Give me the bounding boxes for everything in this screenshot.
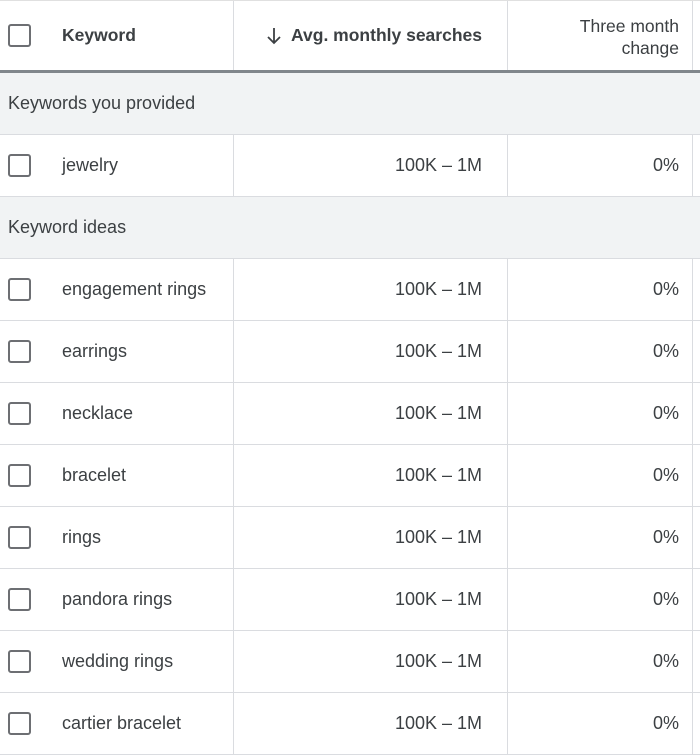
keyword-cell: wedding rings xyxy=(0,631,234,692)
keyword-text: bracelet xyxy=(62,465,127,485)
next-column-cell xyxy=(693,321,700,382)
header-next-column xyxy=(693,1,700,70)
avg-monthly-searches-value: 100K – 1M xyxy=(394,589,482,609)
avg-monthly-searches-cell: 100K – 1M xyxy=(234,507,508,568)
group-header-row: Keywords you provided xyxy=(0,73,700,135)
three-month-change-value: 0% xyxy=(652,589,679,609)
three-month-change-cell: 0% xyxy=(508,693,693,754)
three-month-change-cell: 0% xyxy=(508,259,693,320)
table-row: cartier bracelet 100K – 1M 0% xyxy=(0,693,700,755)
row-checkbox[interactable] xyxy=(8,154,31,177)
table-row: rings 100K – 1M 0% xyxy=(0,507,700,569)
keyword-text: jewelry xyxy=(62,155,119,175)
keyword-text: rings xyxy=(62,527,102,547)
header-avg-monthly-searches-label: Avg. monthly searches xyxy=(291,25,482,45)
avg-monthly-searches-value: 100K – 1M xyxy=(394,341,482,361)
next-column-cell xyxy=(693,259,700,320)
three-month-change-cell: 0% xyxy=(508,321,693,382)
keyword-cell: jewelry xyxy=(0,135,234,196)
avg-monthly-searches-cell: 100K – 1M xyxy=(234,259,508,320)
header-avg-monthly-searches[interactable]: Avg. monthly searches xyxy=(234,1,508,70)
three-month-change-value: 0% xyxy=(652,155,679,175)
keyword-text: pandora rings xyxy=(62,589,173,609)
three-month-change-value: 0% xyxy=(652,713,679,733)
avg-monthly-searches-value: 100K – 1M xyxy=(394,465,482,485)
group-label: Keyword ideas xyxy=(8,217,127,237)
keyword-text: wedding rings xyxy=(62,651,174,671)
table-body: Keywords you provided jewelry 100K – 1M … xyxy=(0,73,700,755)
row-checkbox[interactable] xyxy=(8,588,31,611)
keyword-cell: cartier bracelet xyxy=(0,693,234,754)
row-checkbox[interactable] xyxy=(8,650,31,673)
group-label: Keywords you provided xyxy=(8,93,196,113)
keyword-text: earrings xyxy=(62,341,128,361)
three-month-change-cell: 0% xyxy=(508,445,693,506)
three-month-change-cell: 0% xyxy=(508,507,693,568)
row-checkbox[interactable] xyxy=(8,278,31,301)
three-month-change-cell: 0% xyxy=(508,383,693,444)
keyword-cell: bracelet xyxy=(0,445,234,506)
header-three-month-change-line2: change xyxy=(621,37,679,58)
header-three-month-change[interactable]: Three month change xyxy=(508,1,693,70)
three-month-change-value: 0% xyxy=(652,403,679,423)
avg-monthly-searches-cell: 100K – 1M xyxy=(234,383,508,444)
table-header-row: Keyword Avg. monthly searches Three mont… xyxy=(0,0,700,73)
avg-monthly-searches-cell: 100K – 1M xyxy=(234,445,508,506)
avg-monthly-searches-cell: 100K – 1M xyxy=(234,631,508,692)
next-column-cell xyxy=(693,383,700,444)
avg-monthly-searches-value: 100K – 1M xyxy=(394,713,482,733)
avg-monthly-searches-cell: 100K – 1M xyxy=(234,135,508,196)
three-month-change-cell: 0% xyxy=(508,569,693,630)
keyword-cell: engagement rings xyxy=(0,259,234,320)
avg-monthly-searches-value: 100K – 1M xyxy=(394,279,482,299)
next-column-cell xyxy=(693,631,700,692)
three-month-change-value: 0% xyxy=(652,527,679,547)
header-keyword-cell: Keyword xyxy=(0,1,234,70)
avg-monthly-searches-cell: 100K – 1M xyxy=(234,693,508,754)
three-month-change-cell: 0% xyxy=(508,631,693,692)
row-checkbox[interactable] xyxy=(8,402,31,425)
row-checkbox[interactable] xyxy=(8,340,31,363)
select-all-checkbox[interactable] xyxy=(8,24,31,47)
header-keyword[interactable]: Keyword xyxy=(62,25,136,46)
table-row: necklace 100K – 1M 0% xyxy=(0,383,700,445)
table-row: pandora rings 100K – 1M 0% xyxy=(0,569,700,631)
next-column-cell xyxy=(693,569,700,630)
table-row: bracelet 100K – 1M 0% xyxy=(0,445,700,507)
keyword-cell: necklace xyxy=(0,383,234,444)
avg-monthly-searches-value: 100K – 1M xyxy=(394,651,482,671)
next-column-cell xyxy=(693,507,700,568)
avg-monthly-searches-value: 100K – 1M xyxy=(394,403,482,423)
keyword-text: cartier bracelet xyxy=(62,713,182,733)
three-month-change-value: 0% xyxy=(652,279,679,299)
keyword-cell: rings xyxy=(0,507,234,568)
three-month-change-value: 0% xyxy=(652,651,679,671)
next-column-cell xyxy=(693,693,700,754)
header-three-month-change-line1: Three month xyxy=(579,15,679,36)
three-month-change-cell: 0% xyxy=(508,135,693,196)
avg-monthly-searches-value: 100K – 1M xyxy=(394,527,482,547)
keyword-ideas-table: Keyword Avg. monthly searches Three mont… xyxy=(0,0,700,755)
avg-monthly-searches-cell: 100K – 1M xyxy=(234,569,508,630)
three-month-change-value: 0% xyxy=(652,465,679,485)
avg-monthly-searches-cell: 100K – 1M xyxy=(234,321,508,382)
row-checkbox[interactable] xyxy=(8,526,31,549)
table-row: jewelry 100K – 1M 0% xyxy=(0,135,700,197)
keyword-cell: pandora rings xyxy=(0,569,234,630)
keyword-text: engagement rings xyxy=(62,279,207,299)
next-column-cell xyxy=(693,135,700,196)
avg-monthly-searches-value: 100K – 1M xyxy=(394,155,482,175)
row-checkbox[interactable] xyxy=(8,712,31,735)
table-row: wedding rings 100K – 1M 0% xyxy=(0,631,700,693)
next-column-cell xyxy=(693,445,700,506)
three-month-change-value: 0% xyxy=(652,341,679,361)
arrow-down-icon xyxy=(265,26,283,46)
row-checkbox[interactable] xyxy=(8,464,31,487)
keyword-cell: earrings xyxy=(0,321,234,382)
keyword-text: necklace xyxy=(62,403,134,423)
table-row: engagement rings 100K – 1M 0% xyxy=(0,259,700,321)
table-row: earrings 100K – 1M 0% xyxy=(0,321,700,383)
group-header-row: Keyword ideas xyxy=(0,197,700,259)
